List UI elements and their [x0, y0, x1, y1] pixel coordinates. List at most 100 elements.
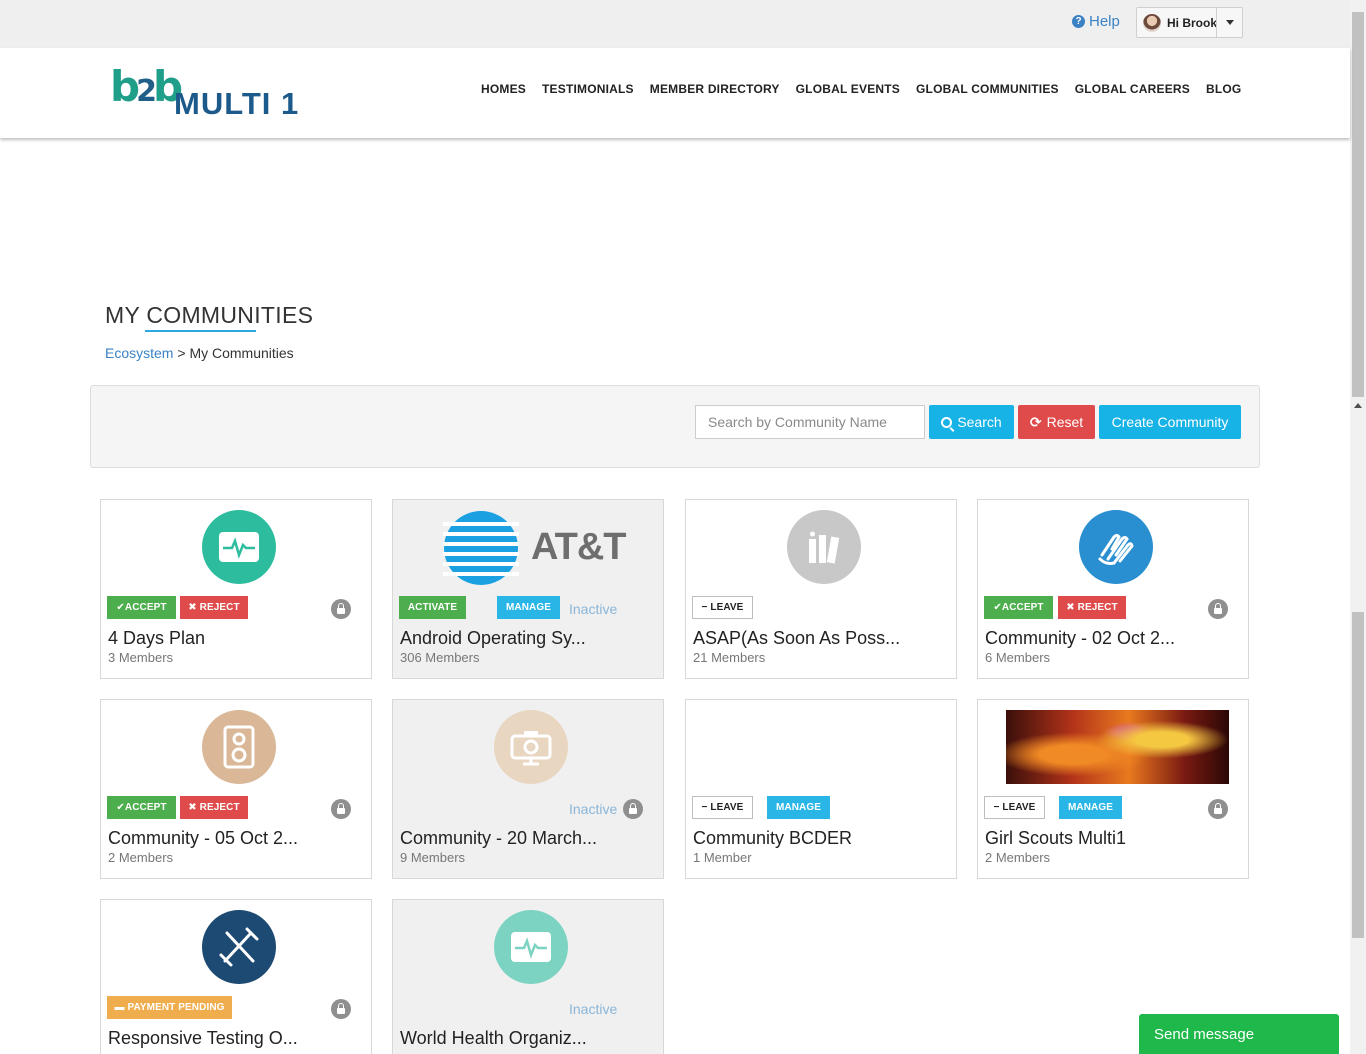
community-card[interactable]: AT&T ACTIVATE MANAGE Inactive Android Op… [392, 499, 664, 679]
accept-button[interactable]: ✔ ACCEPT [107, 796, 176, 819]
community-name[interactable]: ASAP(As Soon As Poss... [693, 628, 900, 649]
reject-button[interactable]: ✖ REJECT [180, 596, 248, 619]
community-search-input[interactable] [695, 405, 925, 439]
title-underline [145, 330, 256, 332]
member-count: 1 Member [693, 850, 752, 865]
community-name[interactable]: 4 Days Plan [108, 628, 205, 649]
leave-button[interactable]: − LEAVE [692, 596, 753, 619]
breadcrumb-current: My Communities [189, 345, 294, 361]
breadcrumb-ecosystem[interactable]: Ecosystem [105, 345, 173, 361]
user-menu-toggle[interactable] [1216, 8, 1242, 37]
leave-button[interactable]: − LEAVE [692, 796, 753, 819]
top-utility-bar: ? Help Hi Brook [0, 0, 1350, 48]
lock-icon [1208, 799, 1228, 819]
reset-button-label: Reset [1046, 414, 1084, 430]
leave-button[interactable]: − LEAVE [984, 796, 1045, 819]
create-community-button[interactable]: Create Community [1099, 405, 1241, 439]
question-icon: ? [1072, 15, 1085, 28]
community-name[interactable]: Girl Scouts Multi1 [985, 828, 1126, 849]
help-link[interactable]: ? Help [1072, 13, 1120, 30]
leave-label: LEAVE [1002, 802, 1036, 813]
community-card[interactable]: ✔ ACCEPT ✖ REJECT Community - 02 Oct 2...… [977, 499, 1249, 679]
praying-hands-icon [1079, 510, 1153, 584]
member-count: 6 Members [985, 650, 1051, 665]
caret-down-icon [1225, 20, 1234, 25]
att-logo: AT&T [443, 510, 633, 586]
accept-label: ACCEPT [1001, 602, 1044, 613]
member-count: 9 Members [400, 850, 466, 865]
member-count: 2 Members [985, 850, 1051, 865]
community-card[interactable]: ✔ ACCEPT ✖ REJECT Community - 05 Oct 2...… [100, 699, 372, 879]
pen-pencil-icon [202, 910, 276, 984]
payment-label: PAYMENT PENDING [127, 1002, 225, 1013]
nav-blog[interactable]: BLOG [1198, 82, 1249, 96]
member-count: 3 Members [108, 650, 174, 665]
accept-label: ACCEPT [124, 802, 167, 813]
community-card[interactable]: ✔ ACCEPT ✖ REJECT 4 Days Plan 3 Members [100, 499, 372, 679]
main-header: b2b MULTI 1 HOMES TESTIMONIALS MEMBER DI… [0, 48, 1350, 138]
lock-icon [331, 799, 351, 819]
search-panel: Search ⟳ Reset Create Community [90, 385, 1260, 468]
community-card[interactable]: Inactive World Health Organiz... [392, 899, 664, 1054]
page-title: MY COMMUNITIES [105, 302, 314, 328]
community-card[interactable]: ▬ PAYMENT PENDING Responsive Testing O..… [100, 899, 372, 1054]
reset-button[interactable]: ⟳ Reset [1018, 405, 1095, 439]
reject-button[interactable]: ✖ REJECT [1058, 596, 1126, 619]
community-card[interactable]: Inactive Community - 20 March... 9 Membe… [392, 699, 664, 879]
member-count: 2 Members [108, 850, 174, 865]
scrollbar-thumb-secondary[interactable] [1352, 612, 1364, 938]
scrollbar-thumb[interactable] [1352, 12, 1364, 397]
manage-button[interactable]: MANAGE [767, 796, 830, 819]
user-menu[interactable]: Hi Brook [1136, 7, 1243, 38]
flower-photo [1006, 710, 1229, 784]
nav-member-directory[interactable]: MEMBER DIRECTORY [642, 82, 788, 96]
health-monitor-icon [494, 910, 568, 984]
send-message-button[interactable]: Send message [1139, 1014, 1339, 1054]
community-card[interactable]: − LEAVE ASAP(As Soon As Poss... 21 Membe… [685, 499, 957, 679]
community-name[interactable]: Responsive Testing O... [108, 1028, 298, 1049]
page-scrollbar[interactable] [1350, 0, 1366, 1054]
site-logo[interactable]: b2b MULTI 1 [110, 62, 310, 122]
lock-icon [1208, 599, 1228, 619]
manage-button[interactable]: MANAGE [1059, 796, 1122, 819]
scroll-up-arrow-icon[interactable] [1354, 403, 1362, 408]
payment-pending-badge: ▬ PAYMENT PENDING [107, 996, 232, 1019]
community-name[interactable]: Community - 05 Oct 2... [108, 828, 298, 849]
reject-button[interactable]: ✖ REJECT [180, 796, 248, 819]
manage-button[interactable]: MANAGE [497, 596, 560, 619]
reject-label: REJECT [1077, 602, 1118, 613]
nav-homes[interactable]: HOMES [473, 82, 534, 96]
speaker-icon [202, 710, 276, 784]
community-card[interactable]: − LEAVE MANAGE Community BCDER 1 Member [685, 699, 957, 879]
user-greeting: Hi Brook [1167, 15, 1218, 30]
nav-global-communities[interactable]: GLOBAL COMMUNITIES [908, 82, 1067, 96]
logo-mark: b2b [110, 62, 183, 111]
member-count: 21 Members [693, 650, 766, 665]
community-name[interactable]: Community - 02 Oct 2... [985, 628, 1175, 649]
nav-testimonials[interactable]: TESTIMONIALS [534, 82, 642, 96]
main-nav: HOMES TESTIMONIALS MEMBER DIRECTORY GLOB… [473, 82, 1249, 96]
community-name[interactable]: World Health Organiz... [400, 1028, 587, 1049]
nav-global-events[interactable]: GLOBAL EVENTS [788, 82, 908, 96]
search-icon [941, 416, 953, 428]
community-name[interactable]: Community BCDER [693, 828, 852, 849]
lock-icon [331, 599, 351, 619]
att-logo-text: AT&T [531, 526, 626, 568]
logo-text: MULTI 1 [174, 86, 300, 121]
accept-button[interactable]: ✔ ACCEPT [107, 596, 176, 619]
reject-label: REJECT [199, 602, 240, 613]
nav-global-careers[interactable]: GLOBAL CAREERS [1067, 82, 1198, 96]
avatar [1143, 13, 1161, 32]
search-button-label: Search [957, 414, 1002, 430]
community-card[interactable]: − LEAVE MANAGE Girl Scouts Multi1 2 Memb… [977, 699, 1249, 879]
accept-button[interactable]: ✔ ACCEPT [984, 596, 1053, 619]
books-icon [787, 510, 861, 584]
refresh-icon: ⟳ [1029, 413, 1042, 430]
inactive-status: Inactive [569, 601, 618, 617]
community-name[interactable]: Community - 20 March... [400, 828, 597, 849]
breadcrumb: Ecosystem > My Communities [105, 345, 294, 361]
search-button[interactable]: Search [929, 405, 1014, 439]
community-name[interactable]: Android Operating Sy... [400, 628, 586, 649]
lock-icon [623, 799, 643, 819]
activate-button[interactable]: ACTIVATE [399, 596, 466, 619]
